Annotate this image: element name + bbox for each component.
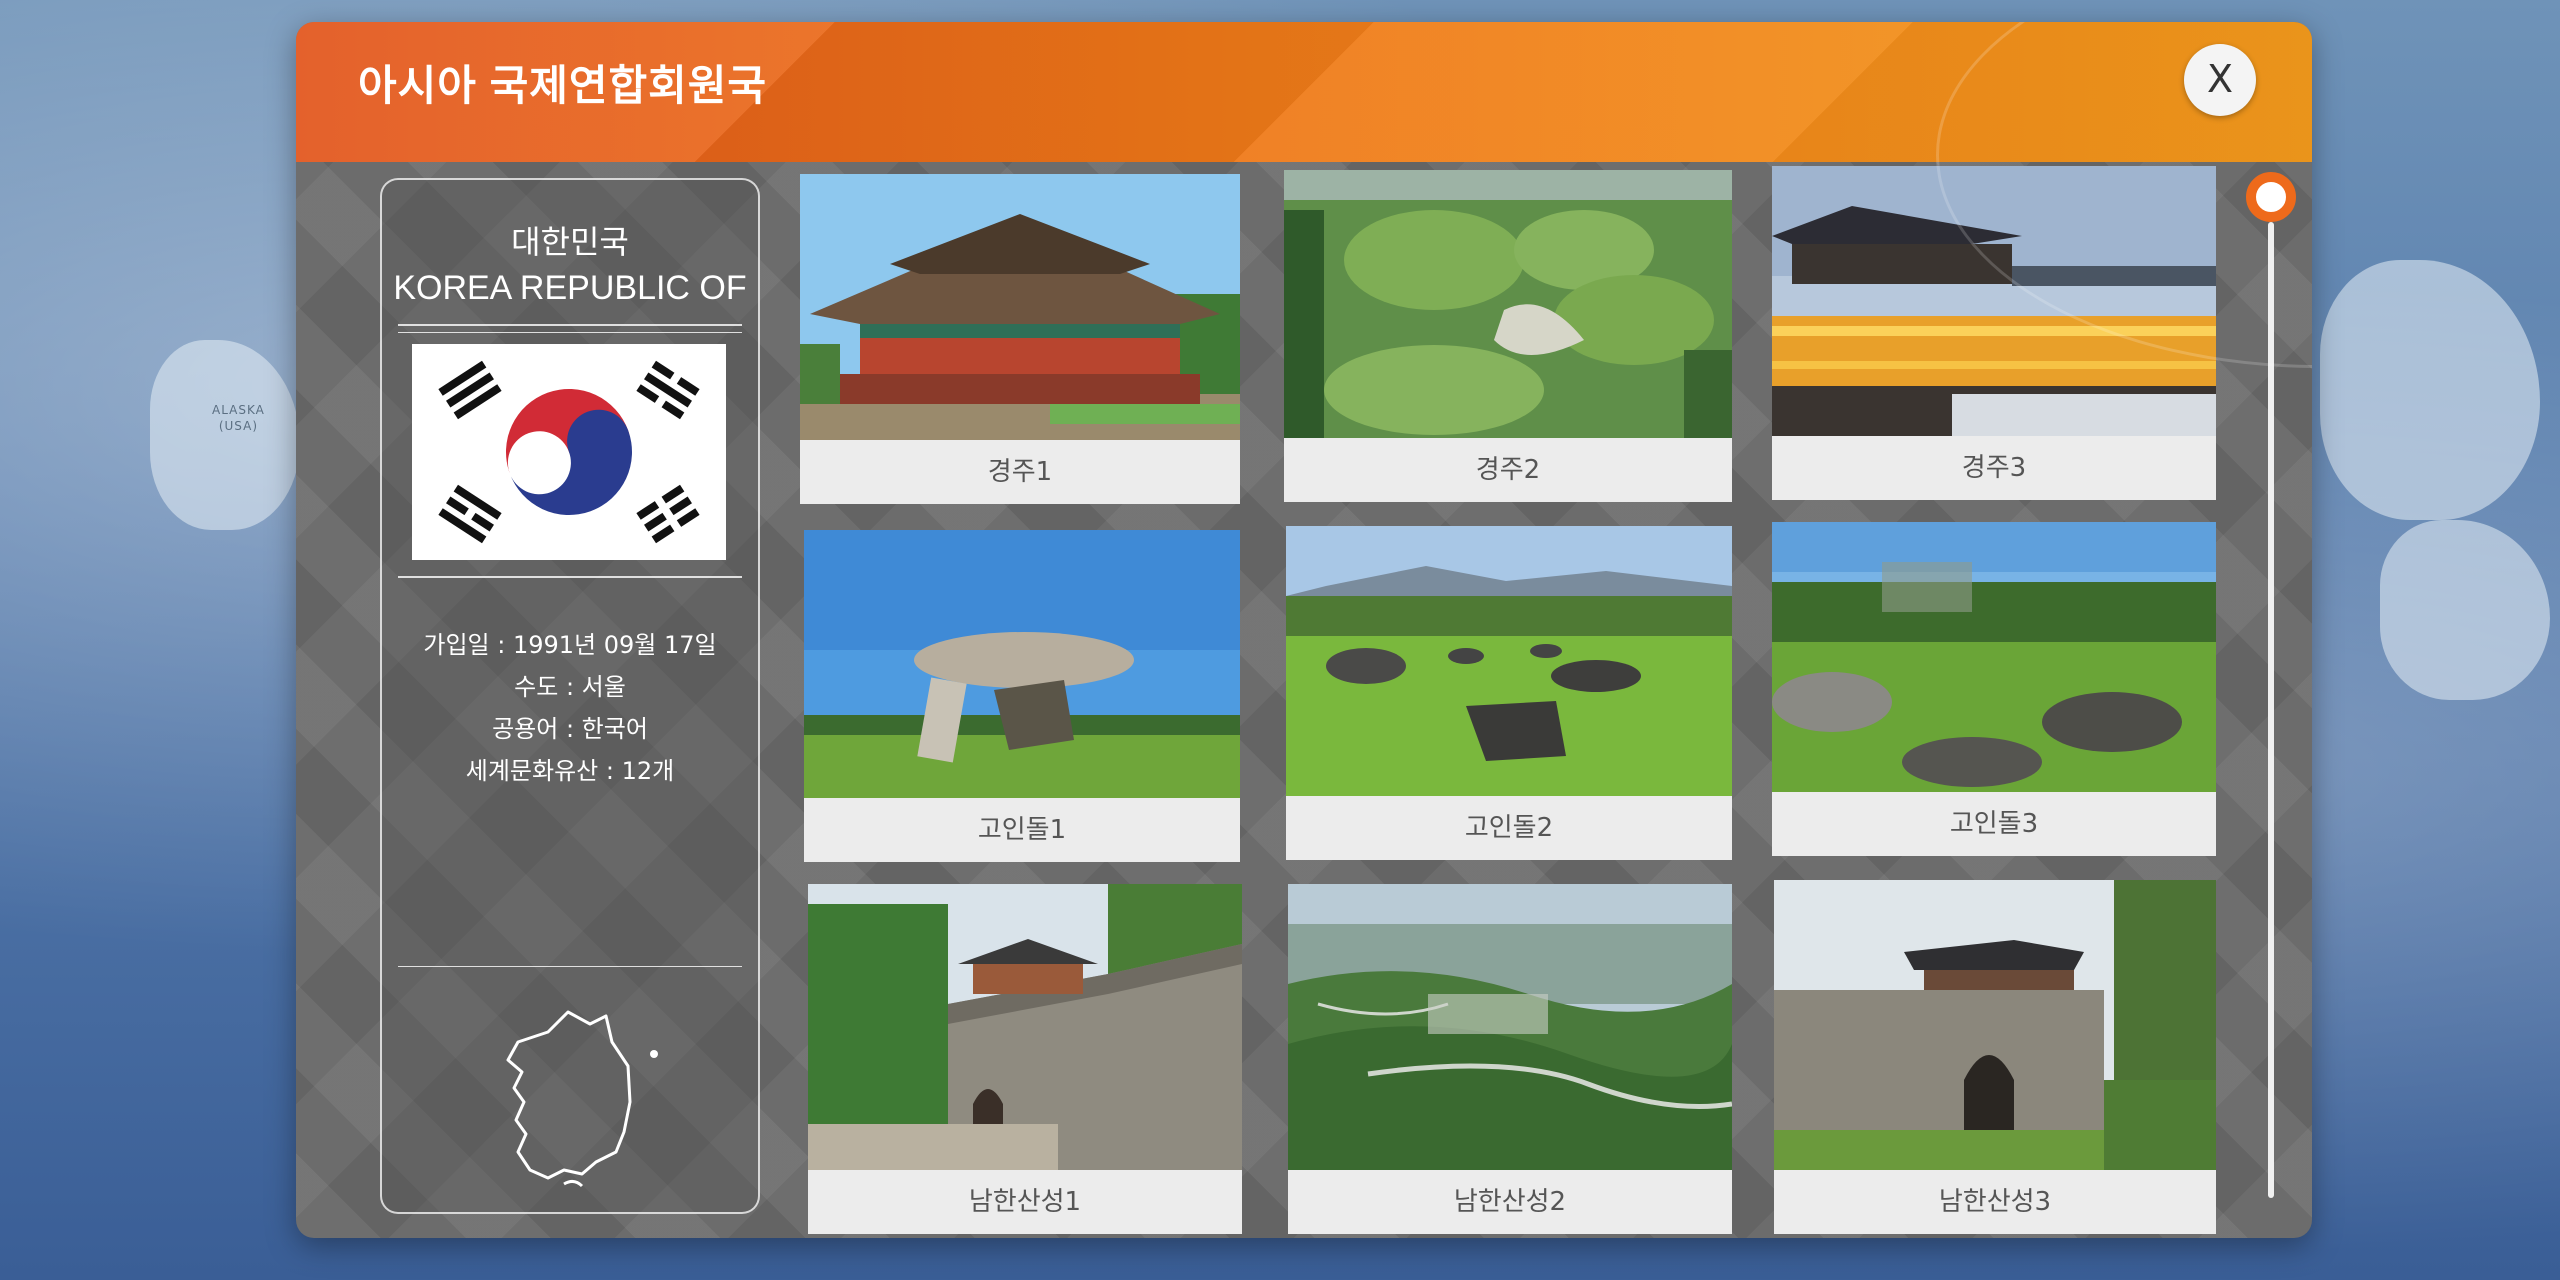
divider — [398, 966, 742, 967]
gallery-item-dolmen-3[interactable]: 고인돌3 — [1772, 522, 2216, 856]
gallery-caption: 경주2 — [1284, 438, 1732, 502]
gallery-item-gyeongju-2[interactable]: 경주2 — [1284, 170, 1732, 502]
map-landmass — [150, 340, 300, 530]
country-info-panel: 대한민국 KOREA REPUBLIC OF 가입일 : 1991년 09월 1… — [380, 178, 760, 1214]
gallery-photo — [1284, 170, 1732, 438]
country-name-english: KOREA REPUBLIC OF — [393, 269, 747, 307]
gallery-caption: 고인돌1 — [804, 798, 1240, 862]
country-name-korean: 대한민국 — [511, 223, 629, 261]
gallery-photo — [1286, 526, 1732, 796]
gallery-photo — [804, 530, 1240, 798]
close-button[interactable]: X — [2184, 44, 2256, 116]
join-date: 가입일 : 1991년 09월 17일 — [423, 631, 717, 659]
gallery-item-namhansanseong-1[interactable]: 남한산성1 — [808, 884, 1242, 1234]
window-title: 아시아 국제연합회원국 — [358, 62, 768, 109]
divider — [398, 324, 742, 326]
gallery-photo — [808, 884, 1242, 1170]
gallery-item-namhansanseong-2[interactable]: 남한산성2 — [1288, 884, 1732, 1234]
korea-flag-icon — [412, 344, 726, 560]
map-label: ALASKA (USA) — [212, 403, 265, 433]
gallery-item-dolmen-2[interactable]: 고인돌2 — [1286, 526, 1732, 860]
gallery-photo — [1772, 166, 2216, 436]
capital: 수도 : 서울 — [514, 673, 626, 701]
gallery-item-gyeongju-1[interactable]: 경주1 — [800, 174, 1240, 504]
gallery-photo — [1774, 880, 2216, 1170]
gallery-caption: 남한산성2 — [1288, 1170, 1732, 1234]
gallery-caption: 남한산성1 — [808, 1170, 1242, 1234]
title-bar: 아시아 국제연합회원국 X — [296, 22, 2312, 162]
gallery-caption: 고인돌3 — [1772, 792, 2216, 856]
world-heritage-count: 세계문화유산 : 12개 — [465, 757, 675, 785]
korea-map-icon — [478, 1002, 668, 1192]
divider — [398, 332, 742, 333]
gallery-caption: 고인돌2 — [1286, 796, 1732, 860]
gallery-photo — [1772, 522, 2216, 792]
country-detail-window: 아시아 국제연합회원국 X 대한민국 KOREA REPUBLIC OF 가입일… — [296, 22, 2312, 1238]
official-language: 공용어 : 한국어 — [492, 715, 648, 743]
gallery-photo — [800, 174, 1240, 440]
gallery-item-dolmen-1[interactable]: 고인돌1 — [804, 530, 1240, 862]
gallery-item-namhansanseong-3[interactable]: 남한산성3 — [1774, 880, 2216, 1234]
map-landmass — [2320, 260, 2540, 520]
divider — [398, 576, 742, 578]
gallery-caption: 남한산성3 — [1774, 1170, 2216, 1234]
gallery-item-gyeongju-3[interactable]: 경주3 — [1772, 166, 2216, 500]
scrollbar-thumb[interactable] — [2246, 172, 2296, 222]
map-landmass — [2380, 520, 2550, 700]
gallery-caption: 경주1 — [800, 440, 1240, 504]
gallery-caption: 경주3 — [1772, 436, 2216, 500]
scrollbar-track[interactable] — [2268, 222, 2274, 1198]
gallery-photo — [1288, 884, 1732, 1170]
